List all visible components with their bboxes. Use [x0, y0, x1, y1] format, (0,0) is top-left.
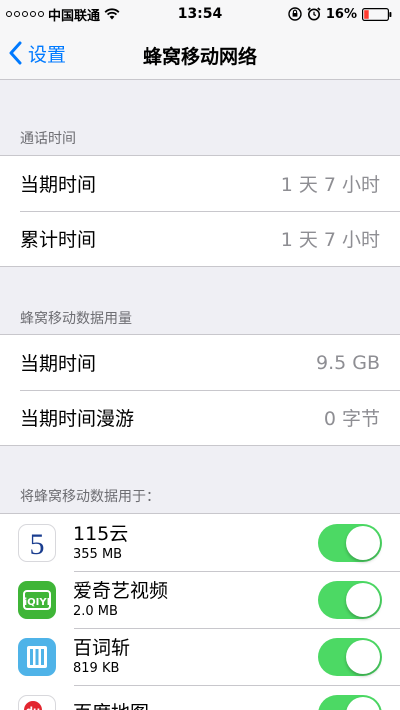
data-usage-group: 当期时间 9.5 GB 当期时间漫游 0 字节	[0, 334, 400, 446]
battery-icon	[362, 7, 392, 21]
toggle-baidu-map[interactable]	[318, 694, 382, 710]
app-name: 百词斩	[73, 637, 131, 659]
baidu-map-icon: du	[18, 694, 56, 710]
row-value: 1 天 7 小时	[280, 174, 380, 196]
row-current-period-call-time: 当期时间 1 天 7 小时	[0, 156, 400, 211]
section-header-call-time: 通话时间	[20, 131, 76, 147]
row-value: 1 天 7 小时	[280, 229, 380, 251]
app-data-size: 819 KB	[73, 661, 120, 676]
status-bar: 中国联通 13:54 16%	[0, 0, 400, 28]
svg-text:iQIYI: iQIYI	[24, 597, 51, 608]
battery-percent: 16%	[325, 6, 357, 22]
app-row-baicizhan: 百词斩 819 KB	[0, 628, 400, 685]
row-label: 当期时间漫游	[20, 408, 135, 430]
toggle-115-cloud[interactable]	[318, 523, 382, 562]
row-label: 当期时间	[20, 174, 97, 196]
apps-group: 5 115云 355 MB iQIYI 爱奇艺视频 2.0 MB 百词斩 819…	[0, 513, 400, 710]
app-data-size: 2.0 MB	[73, 604, 118, 619]
row-value: 0 字节	[323, 408, 380, 430]
row-current-period-data: 当期时间 9.5 GB	[0, 335, 400, 390]
carrier-name: 中国联通	[48, 8, 101, 24]
svg-text:du: du	[26, 706, 40, 710]
navigation-bar: 设置 蜂窝移动网络	[0, 28, 400, 80]
app-row-baidu-map: du 百度地图	[0, 685, 400, 710]
app-row-115-cloud: 5 115云 355 MB	[0, 514, 400, 571]
alarm-icon	[307, 7, 321, 21]
app-name: 爱奇艺视频	[73, 580, 169, 602]
baicizhan-icon	[18, 637, 56, 676]
iqiyi-icon: iQIYI	[18, 580, 56, 619]
row-lifetime-call-time: 累计时间 1 天 7 小时	[0, 211, 400, 266]
toggle-iqiyi[interactable]	[318, 580, 382, 619]
section-header-data-usage: 蜂窝移动数据用量	[20, 311, 132, 327]
orientation-lock-icon	[288, 7, 302, 21]
row-label: 累计时间	[20, 229, 97, 251]
app-name: 百度地图	[73, 702, 318, 710]
svg-text:5: 5	[30, 528, 45, 561]
call-time-group: 当期时间 1 天 7 小时 累计时间 1 天 7 小时	[0, 155, 400, 267]
toggle-baicizhan[interactable]	[318, 637, 382, 676]
section-header-apps: 将蜂窝移动数据用于：	[20, 489, 160, 505]
row-current-period-roaming: 当期时间漫游 0 字节	[0, 390, 400, 445]
app-row-iqiyi: iQIYI 爱奇艺视频 2.0 MB	[0, 571, 400, 628]
wifi-icon	[104, 8, 120, 20]
signal-strength-icon	[6, 11, 44, 17]
chevron-left-icon	[9, 41, 22, 65]
back-button[interactable]: 设置	[8, 38, 66, 68]
back-label: 设置	[28, 43, 67, 66]
app-name: 115云	[73, 523, 129, 545]
row-label: 当期时间	[20, 353, 97, 375]
115-cloud-icon: 5	[18, 523, 56, 562]
row-value: 9.5 GB	[315, 351, 380, 374]
app-data-size: 355 MB	[73, 547, 123, 562]
